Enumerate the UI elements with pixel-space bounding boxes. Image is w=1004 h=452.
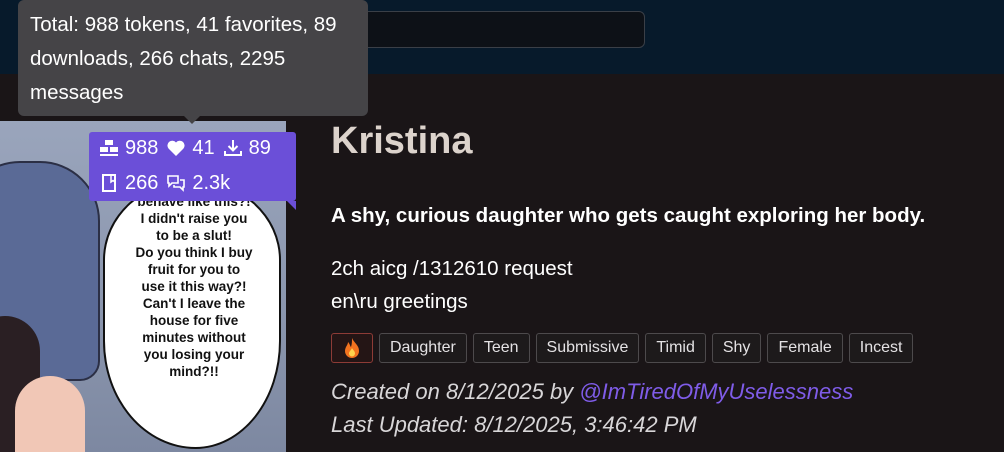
chat-count: 266 xyxy=(125,172,159,194)
favorite-count: 41 xyxy=(192,137,215,159)
messages-icon xyxy=(167,175,186,192)
message-stat: 2.3k xyxy=(166,171,230,195)
last-updated: Last Updated: 8/12/2025, 3:46:42 PM xyxy=(331,412,697,437)
download-stat: 89 xyxy=(223,136,271,160)
book-icon xyxy=(102,174,116,192)
created-label: Created on 8/12/2025 by xyxy=(331,379,580,404)
message-count: 2.3k xyxy=(192,172,231,194)
tag-item[interactable]: Shy xyxy=(711,333,762,363)
download-count: 89 xyxy=(248,137,271,159)
character-tagline: A shy, curious daughter who gets caught … xyxy=(331,204,926,227)
tag-item[interactable]: Timid xyxy=(645,333,706,363)
favorite-stat: 41 xyxy=(166,136,215,160)
chat-stat: 266 xyxy=(99,171,158,195)
tooltip-arrow xyxy=(183,115,201,124)
download-icon xyxy=(223,140,242,156)
token-count: 988 xyxy=(125,137,159,159)
description-line: 2ch aicg /1312610 request xyxy=(331,257,573,280)
character-description: 2ch aicg /1312610 request en\ru greeting… xyxy=(331,252,573,318)
created-info: Created on 8/12/2025 by @ImTiredOfMyUsel… xyxy=(331,379,853,405)
speech-bubble-text: behave like this?! I didn't raise you to… xyxy=(135,194,253,379)
token-stat: 988 xyxy=(99,136,158,160)
description-line: en\ru greetings xyxy=(331,290,468,313)
tag-fire[interactable] xyxy=(331,333,373,363)
stats-tooltip: Total: 988 tokens, 41 favorites, 89 down… xyxy=(18,0,368,116)
tag-list: Daughter Teen Submissive Timid Shy Femal… xyxy=(331,333,914,363)
character-name: Kristina xyxy=(331,120,473,162)
tag-item[interactable]: Daughter xyxy=(379,333,467,363)
fire-icon xyxy=(345,338,359,358)
heart-icon xyxy=(167,140,185,156)
image-figure xyxy=(15,376,85,452)
author-link[interactable]: @ImTiredOfMyUselessness xyxy=(579,379,853,404)
stats-row-1: 988 41 89 xyxy=(99,136,279,160)
tag-item[interactable]: Incest xyxy=(848,333,914,363)
tokens-icon xyxy=(100,140,118,156)
tag-item[interactable]: Submissive xyxy=(535,333,640,363)
tag-item[interactable]: Teen xyxy=(472,333,530,363)
stats-row-2: 266 2.3k xyxy=(99,171,238,195)
tag-item[interactable]: Female xyxy=(767,333,843,363)
stats-badge[interactable]: 988 41 89 266 2.3k xyxy=(89,132,296,210)
